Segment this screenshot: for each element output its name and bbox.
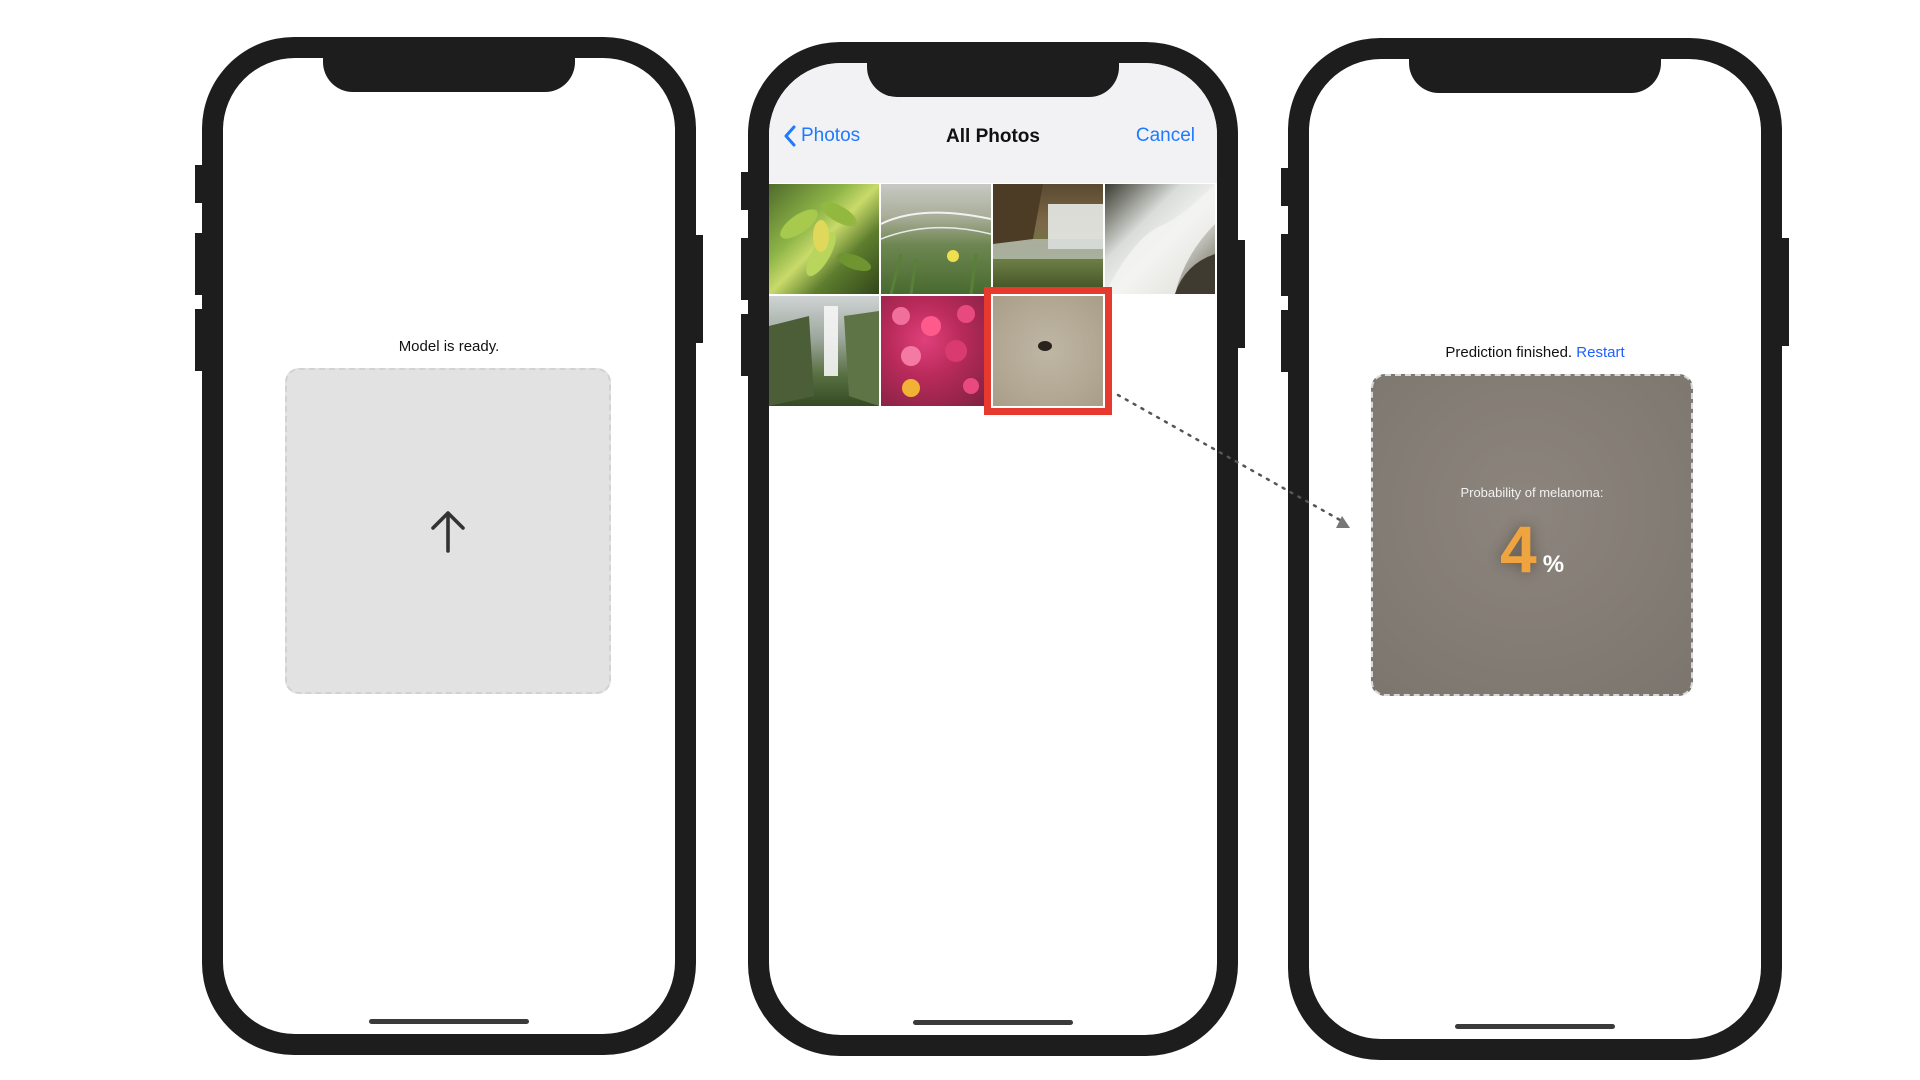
volume-up-button (195, 233, 202, 295)
probability-label: Probability of melanoma: (1460, 485, 1604, 500)
restart-link[interactable]: Restart (1576, 344, 1624, 361)
prediction-status-text: Prediction finished. (1445, 344, 1573, 361)
model-status: Model is ready. (398, 338, 500, 355)
power-button (1238, 240, 1245, 348)
phone-screen: Photos All Photos Cancel (769, 63, 1217, 1035)
volume-down-button (1281, 310, 1288, 372)
photo-thumb-plant[interactable] (769, 184, 879, 294)
waterfall-mist-image (769, 306, 879, 406)
photo-thumb-waterfall-rocks[interactable] (1105, 184, 1215, 294)
phone-screen: Model is ready. (223, 58, 675, 1034)
plant-leaves-image (780, 201, 872, 277)
volume-down-button (195, 309, 202, 371)
phone-screen: Prediction finished. Restart Probability… (1309, 59, 1761, 1039)
power-button (696, 235, 703, 343)
side-button (195, 165, 202, 203)
waterfall-rocks-image (1105, 184, 1215, 294)
home-indicator (1455, 1024, 1615, 1029)
probability-value: 4 (1499, 512, 1537, 586)
upload-dropzone[interactable] (285, 368, 611, 694)
meadow-image (881, 211, 991, 294)
power-button (1782, 238, 1789, 346)
probability-readout: 4% (1373, 511, 1691, 587)
side-button (741, 172, 748, 210)
photo-thumb-waterfall-cliff[interactable] (993, 184, 1103, 294)
volume-up-button (1281, 234, 1288, 296)
notch (1409, 59, 1661, 93)
phone-photo-picker: Photos All Photos Cancel (741, 42, 1245, 1056)
home-indicator (369, 1019, 529, 1024)
photo-thumb-meadow[interactable] (881, 184, 991, 294)
volume-down-button (741, 314, 748, 376)
waterfall-cliff-image (993, 184, 1103, 259)
prediction-status: Prediction finished. Restart (1309, 344, 1761, 361)
volume-up-button (741, 238, 748, 300)
home-indicator (913, 1020, 1073, 1025)
upload-arrow-icon (431, 511, 465, 553)
result-card: Probability of melanoma: 4% (1371, 374, 1693, 696)
flowers-image (892, 305, 979, 397)
cancel-button[interactable]: Cancel (1136, 125, 1195, 147)
phone-model-ready: Model is ready. (195, 37, 703, 1055)
notch (323, 58, 575, 92)
phone-prediction-result: Prediction finished. Restart Probability… (1281, 38, 1789, 1060)
probability-unit: % (1542, 551, 1565, 578)
side-button (1281, 168, 1288, 206)
photo-thumb-flowers[interactable] (881, 296, 991, 406)
selected-photo-highlight (984, 287, 1112, 415)
photo-thumb-waterfall-mist[interactable] (769, 296, 879, 406)
notch (867, 63, 1119, 97)
